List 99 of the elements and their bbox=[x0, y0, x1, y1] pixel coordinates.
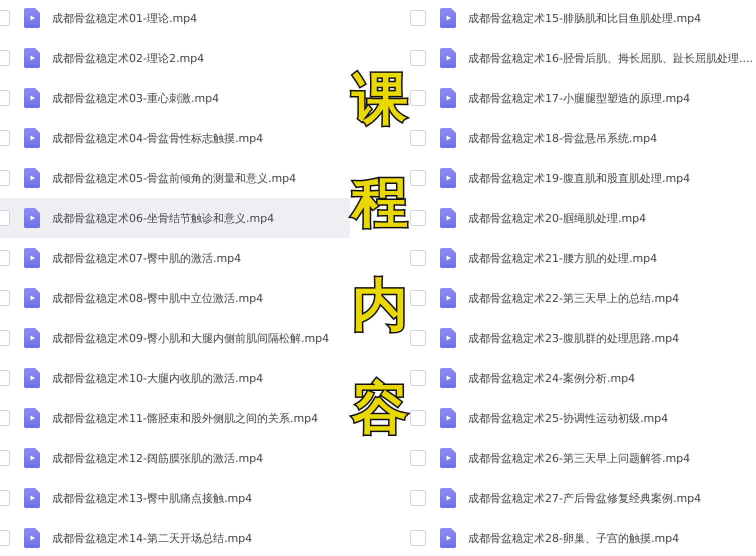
video-file-icon bbox=[24, 408, 40, 428]
video-file-icon bbox=[24, 208, 40, 228]
file-row[interactable]: 成都骨盆稳定术03-重心刺激.mp4 bbox=[0, 78, 350, 118]
file-row[interactable]: 成都骨盆稳定术04-骨盆骨性标志触摸.mp4 bbox=[0, 118, 350, 158]
file-row[interactable]: 成都骨盆稳定术22-第三天早上的总结.mp4 bbox=[410, 278, 756, 318]
file-name[interactable]: 成都骨盆稳定术02-理论2.mp4 bbox=[52, 50, 204, 66]
video-file-icon bbox=[440, 528, 456, 548]
file-name[interactable]: 成都骨盆稳定术08-臀中肌中立位激活.mp4 bbox=[52, 290, 264, 306]
file-row[interactable]: 成都骨盆稳定术20-腘绳肌处理.mp4 bbox=[410, 198, 756, 238]
file-row[interactable]: 成都骨盆稳定术28-卵巢、子宫的触摸.mp4 bbox=[410, 518, 756, 556]
video-file-icon bbox=[24, 88, 40, 108]
video-file-icon bbox=[24, 8, 40, 28]
checkbox[interactable] bbox=[410, 530, 426, 546]
video-file-icon bbox=[440, 208, 456, 228]
video-file-icon bbox=[24, 488, 40, 508]
file-name[interactable]: 成都骨盆稳定术12-阔筋膜张肌的激活.mp4 bbox=[52, 450, 264, 466]
file-row[interactable]: 成都骨盆稳定术01-理论.mp4 bbox=[0, 0, 350, 38]
checkbox[interactable] bbox=[410, 130, 426, 146]
file-name[interactable]: 成都骨盆稳定术01-理论.mp4 bbox=[52, 10, 198, 26]
file-row[interactable]: 成都骨盆稳定术10-大腿内收肌的激活.mp4 bbox=[0, 358, 350, 398]
video-file-icon bbox=[24, 168, 40, 188]
checkbox[interactable] bbox=[410, 450, 426, 466]
file-name[interactable]: 成都骨盆稳定术10-大腿内收肌的激活.mp4 bbox=[52, 370, 264, 386]
file-name[interactable]: 成都骨盆稳定术22-第三天早上的总结.mp4 bbox=[468, 290, 680, 306]
file-name[interactable]: 成都骨盆稳定术20-腘绳肌处理.mp4 bbox=[468, 210, 646, 226]
checkbox[interactable] bbox=[410, 210, 426, 226]
file-name[interactable]: 成都骨盆稳定术14-第二天开场总结.mp4 bbox=[52, 530, 252, 546]
video-file-icon bbox=[440, 248, 456, 268]
checkbox[interactable] bbox=[410, 370, 426, 386]
checkbox[interactable] bbox=[410, 90, 426, 106]
file-name[interactable]: 成都骨盆稳定术06-坐骨结节触诊和意义.mp4 bbox=[52, 210, 274, 226]
video-file-icon bbox=[440, 488, 456, 508]
file-row[interactable]: 成都骨盆稳定术17-小腿腿型塑造的原理.mp4 bbox=[410, 78, 756, 118]
file-row[interactable]: 成都骨盆稳定术12-阔筋膜张肌的激活.mp4 bbox=[0, 438, 350, 478]
video-file-icon bbox=[440, 8, 456, 28]
video-file-icon bbox=[440, 408, 456, 428]
file-row[interactable]: 成都骨盆稳定术07-臀中肌的激活.mp4 bbox=[0, 238, 350, 278]
checkbox[interactable] bbox=[410, 490, 426, 506]
video-file-icon bbox=[440, 328, 456, 348]
video-file-icon bbox=[24, 288, 40, 308]
file-row[interactable]: 成都骨盆稳定术19-腹直肌和股直肌处理.mp4 bbox=[410, 158, 756, 198]
file-row[interactable]: 成都骨盆稳定术26-第三天早上问题解答.mp4 bbox=[410, 438, 756, 478]
video-file-icon bbox=[440, 48, 456, 68]
file-row[interactable]: 成都骨盆稳定术23-腹肌群的处理思路.mp4 bbox=[410, 318, 756, 358]
file-row[interactable]: 成都骨盆稳定术08-臀中肌中立位激活.mp4 bbox=[0, 278, 350, 318]
file-name[interactable]: 成都骨盆稳定术23-腹肌群的处理思路.mp4 bbox=[468, 330, 680, 346]
file-name[interactable]: 成都骨盆稳定术03-重心刺激.mp4 bbox=[52, 90, 220, 106]
checkbox[interactable] bbox=[410, 290, 426, 306]
file-row[interactable]: 成都骨盆稳定术06-坐骨结节触诊和意义.mp4 bbox=[0, 198, 350, 238]
file-row[interactable]: 成都骨盆稳定术15-腓肠肌和比目鱼肌处理.mp4 bbox=[410, 0, 756, 38]
file-row[interactable]: 成都骨盆稳定术11-髂胫束和股外侧肌之间的关系.mp4 bbox=[0, 398, 350, 438]
video-file-icon bbox=[24, 528, 40, 548]
file-row[interactable]: 成都骨盆稳定术02-理论2.mp4 bbox=[0, 38, 350, 78]
file-name[interactable]: 成都骨盆稳定术05-骨盆前倾角的测量和意义.mp4 bbox=[52, 170, 296, 186]
file-name[interactable]: 成都骨盆稳定术19-腹直肌和股直肌处理.mp4 bbox=[468, 170, 690, 186]
file-row[interactable]: 成都骨盆稳定术25-协调性运动初级.mp4 bbox=[410, 398, 756, 438]
checkbox[interactable] bbox=[410, 50, 426, 66]
file-name[interactable]: 成都骨盆稳定术07-臀中肌的激活.mp4 bbox=[52, 250, 242, 266]
file-name[interactable]: 成都骨盆稳定术26-第三天早上问题解答.mp4 bbox=[468, 450, 690, 466]
video-file-icon bbox=[440, 168, 456, 188]
file-name[interactable]: 成都骨盆稳定术15-腓肠肌和比目鱼肌处理.mp4 bbox=[468, 10, 702, 26]
file-name[interactable]: 成都骨盆稳定术09-臀小肌和大腿内侧前肌间隔松解.mp4 bbox=[52, 330, 330, 346]
file-name[interactable]: 成都骨盆稳定术21-腰方肌的处理.mp4 bbox=[468, 250, 658, 266]
file-name[interactable]: 成都骨盆稳定术04-骨盆骨性标志触摸.mp4 bbox=[52, 130, 264, 146]
video-file-icon bbox=[24, 48, 40, 68]
file-name[interactable]: 成都骨盆稳定术24-案例分析.mp4 bbox=[468, 370, 636, 386]
file-name[interactable]: 成都骨盆稳定术28-卵巢、子宫的触摸.mp4 bbox=[468, 530, 680, 546]
file-name[interactable]: 成都骨盆稳定术11-髂胫束和股外侧肌之间的关系.mp4 bbox=[52, 410, 318, 426]
checkbox[interactable] bbox=[410, 170, 426, 186]
video-file-icon bbox=[440, 288, 456, 308]
video-file-icon bbox=[24, 248, 40, 268]
video-file-icon bbox=[24, 448, 40, 468]
checkbox[interactable] bbox=[410, 250, 426, 266]
file-row[interactable]: 成都骨盆稳定术13-臀中肌痛点接触.mp4 bbox=[0, 478, 350, 518]
file-name[interactable]: 成都骨盆稳定术17-小腿腿型塑造的原理.mp4 bbox=[468, 90, 690, 106]
file-row[interactable]: 成都骨盆稳定术21-腰方肌的处理.mp4 bbox=[410, 238, 756, 278]
file-row[interactable]: 成都骨盆稳定术09-臀小肌和大腿内侧前肌间隔松解.mp4 bbox=[0, 318, 350, 358]
file-name[interactable]: 成都骨盆稳定术18-骨盆悬吊系统.mp4 bbox=[468, 130, 658, 146]
file-name[interactable]: 成都骨盆稳定术27-产后骨盆修复经典案例.mp4 bbox=[468, 490, 702, 506]
overlay-title: 课程内容 bbox=[352, 66, 408, 443]
video-file-icon bbox=[440, 368, 456, 388]
video-file-icon bbox=[440, 88, 456, 108]
video-file-icon bbox=[440, 128, 456, 148]
file-name[interactable]: 成都骨盆稳定术13-臀中肌痛点接触.mp4 bbox=[52, 490, 252, 506]
file-row[interactable]: 成都骨盆稳定术18-骨盆悬吊系统.mp4 bbox=[410, 118, 756, 158]
video-file-icon bbox=[24, 328, 40, 348]
video-file-icon bbox=[440, 448, 456, 468]
file-name[interactable]: 成都骨盆稳定术25-协调性运动初级.mp4 bbox=[468, 410, 668, 426]
checkbox[interactable] bbox=[410, 10, 426, 26]
file-row[interactable]: 成都骨盆稳定术05-骨盆前倾角的测量和意义.mp4 bbox=[0, 158, 350, 198]
checkbox[interactable] bbox=[410, 330, 426, 346]
file-row[interactable]: 成都骨盆稳定术16-胫骨后肌、拇长屈肌、趾长屈肌处理.... bbox=[410, 38, 756, 78]
file-row[interactable]: 成都骨盆稳定术24-案例分析.mp4 bbox=[410, 358, 756, 398]
video-file-icon bbox=[24, 368, 40, 388]
video-file-icon bbox=[24, 128, 40, 148]
file-row[interactable]: 成都骨盆稳定术14-第二天开场总结.mp4 bbox=[0, 518, 350, 556]
file-name[interactable]: 成都骨盆稳定术16-胫骨后肌、拇长屈肌、趾长屈肌处理.... bbox=[468, 50, 753, 66]
file-row[interactable]: 成都骨盆稳定术27-产后骨盆修复经典案例.mp4 bbox=[410, 478, 756, 518]
checkbox[interactable] bbox=[410, 410, 426, 426]
